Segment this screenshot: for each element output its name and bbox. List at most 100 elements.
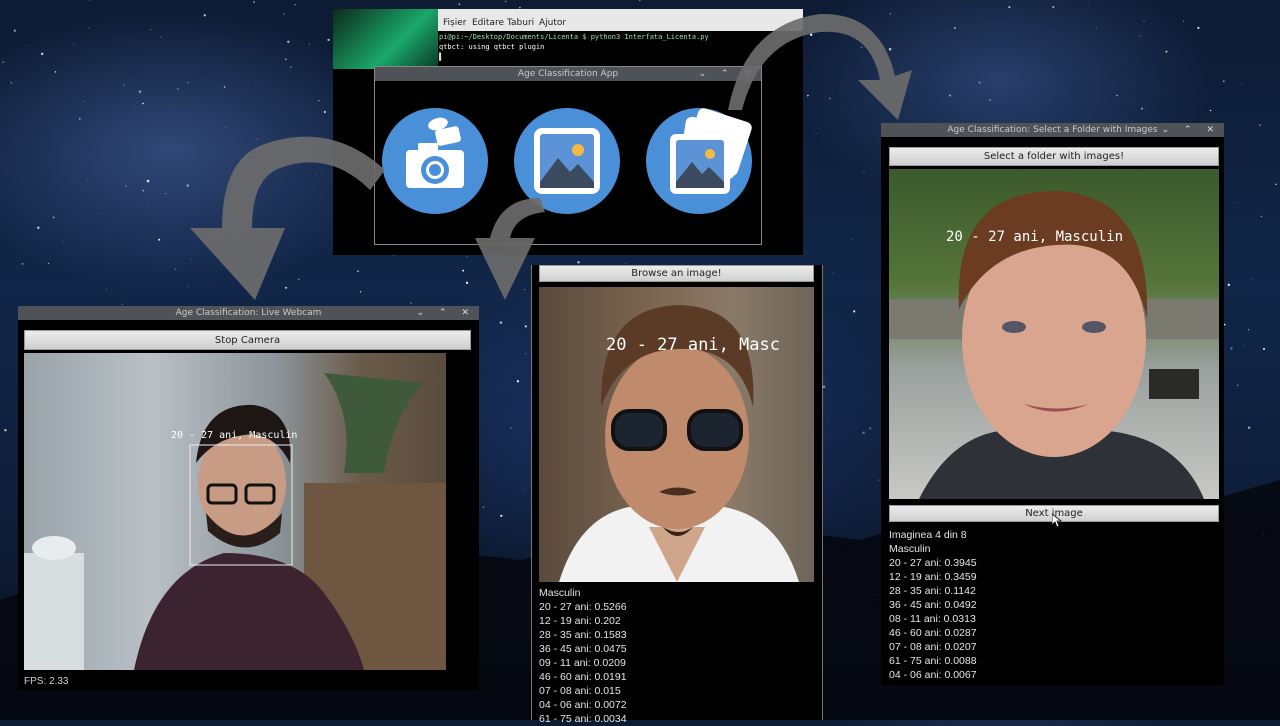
terminal-output-line: qtbct: using qtbct plugin bbox=[439, 42, 804, 52]
star bbox=[829, 98, 830, 99]
star bbox=[79, 118, 81, 120]
portrait-scene bbox=[539, 287, 814, 582]
star bbox=[810, 34, 812, 36]
star bbox=[186, 184, 188, 186]
star bbox=[225, 127, 226, 128]
star bbox=[327, 39, 329, 41]
window-controls[interactable]: ⌄ ⌃ ✕ bbox=[1162, 123, 1220, 137]
star bbox=[89, 0, 90, 1]
star bbox=[360, 291, 361, 292]
star bbox=[215, 246, 217, 248]
star bbox=[1183, 21, 1184, 22]
image-icon bbox=[514, 108, 620, 214]
star bbox=[466, 282, 468, 284]
result-row: 20 - 27 ani: 0.3945 bbox=[889, 556, 977, 570]
webcam-titlebar[interactable]: Age Classification: Live Webcam ⌄ ⌃ ✕ bbox=[18, 306, 479, 320]
folder-mode-button[interactable] bbox=[646, 108, 752, 214]
webcam-mode-button[interactable] bbox=[382, 108, 488, 214]
browsed-image: 20 - 27 ani, Masc bbox=[539, 287, 814, 582]
star bbox=[1052, 6, 1054, 8]
star bbox=[1166, 51, 1168, 53]
webcam-title: Age Classification: Live Webcam bbox=[176, 308, 322, 318]
window-controls[interactable]: ⌄ ⌃ ✕ bbox=[699, 67, 757, 81]
star bbox=[1237, 384, 1239, 386]
menu-tabs[interactable]: Taburi bbox=[507, 18, 534, 28]
star bbox=[1223, 80, 1225, 82]
star bbox=[4, 429, 6, 431]
star bbox=[142, 103, 144, 105]
star bbox=[175, 268, 177, 270]
star bbox=[1275, 184, 1277, 186]
star bbox=[1142, 108, 1143, 109]
star bbox=[510, 427, 511, 428]
star bbox=[823, 386, 826, 389]
result-row: 28 - 35 ani: 0.1583 bbox=[539, 628, 627, 642]
star bbox=[191, 259, 192, 260]
result-row: 61 - 75 ani: 0.0088 bbox=[889, 654, 977, 668]
result-row: 36 - 45 ani: 0.0492 bbox=[889, 598, 977, 612]
terminal-command-line: pi@pi:~/Desktop/Documents/Licenta $ pyth… bbox=[439, 32, 804, 42]
images-stack-icon bbox=[646, 108, 752, 214]
star bbox=[1143, 20, 1144, 21]
star bbox=[1234, 202, 1235, 203]
star bbox=[625, 263, 626, 264]
star bbox=[1116, 95, 1117, 96]
result-row: 28 - 35 ani: 0.1142 bbox=[889, 584, 977, 598]
star bbox=[853, 310, 855, 312]
star bbox=[817, 133, 818, 134]
menu-edit[interactable]: Editare bbox=[472, 18, 504, 28]
star bbox=[525, 353, 526, 354]
star bbox=[1228, 284, 1230, 286]
star bbox=[483, 507, 484, 508]
star bbox=[257, 139, 258, 140]
stop-camera-button[interactable]: Stop Camera bbox=[24, 330, 471, 350]
star bbox=[101, 212, 102, 213]
star bbox=[1248, 329, 1249, 330]
star bbox=[149, 83, 150, 84]
browse-window: Browse an image! 20 - 27 ani, Masc Mascu… bbox=[531, 265, 823, 720]
main-app-titlebar[interactable]: Age Classification App ⌄ ⌃ ✕ bbox=[375, 67, 761, 81]
result-row: 07 - 08 ani: 0.015 bbox=[539, 684, 627, 698]
star bbox=[249, 167, 251, 169]
star bbox=[889, 48, 892, 51]
star bbox=[852, 239, 853, 240]
folder-image: 20 - 27 ani, Masculin bbox=[889, 169, 1219, 499]
star bbox=[989, 99, 991, 101]
window-controls[interactable]: ⌄ ⌃ ✕ bbox=[417, 306, 475, 320]
star bbox=[294, 4, 295, 5]
fps-counter: FPS: 2.33 bbox=[24, 676, 68, 687]
menu-help[interactable]: Ajutor bbox=[539, 18, 566, 28]
image-counter: Imaginea 4 din 8 bbox=[889, 528, 977, 542]
webcam-face-label: 20 - 27 ani, Masculin bbox=[171, 430, 297, 441]
star bbox=[29, 45, 30, 46]
star bbox=[833, 272, 834, 273]
star bbox=[10, 82, 12, 84]
star bbox=[298, 279, 299, 280]
result-row: 36 - 45 ani: 0.0475 bbox=[539, 642, 627, 656]
star bbox=[143, 190, 144, 191]
result-row: 04 - 06 ani: 0.0067 bbox=[889, 668, 977, 682]
star bbox=[224, 86, 226, 88]
star bbox=[1259, 124, 1261, 126]
select-folder-button[interactable]: Select a folder with images! bbox=[889, 147, 1219, 166]
star bbox=[1230, 347, 1232, 349]
star bbox=[147, 180, 150, 183]
star bbox=[177, 88, 179, 90]
folder-titlebar[interactable]: Age Classification: Select a Folder with… bbox=[881, 123, 1224, 137]
star bbox=[844, 36, 845, 37]
star bbox=[639, 0, 641, 1]
browse-gender: Masculin bbox=[539, 586, 627, 600]
star bbox=[290, 66, 292, 68]
menu-file[interactable]: Fișier bbox=[443, 18, 466, 28]
star bbox=[807, 95, 809, 97]
star bbox=[433, 284, 434, 285]
browse-image-mode-button[interactable] bbox=[514, 108, 620, 214]
star bbox=[255, 83, 256, 84]
star bbox=[53, 217, 55, 219]
result-row: 04 - 06 ani: 0.0072 bbox=[539, 698, 627, 712]
star bbox=[517, 380, 519, 382]
folder-results: Imaginea 4 din 8 Masculin 20 - 27 ani: 0… bbox=[889, 528, 977, 682]
star bbox=[978, 81, 980, 83]
webcam-scene bbox=[24, 353, 446, 670]
browse-image-button[interactable]: Browse an image! bbox=[539, 265, 814, 282]
